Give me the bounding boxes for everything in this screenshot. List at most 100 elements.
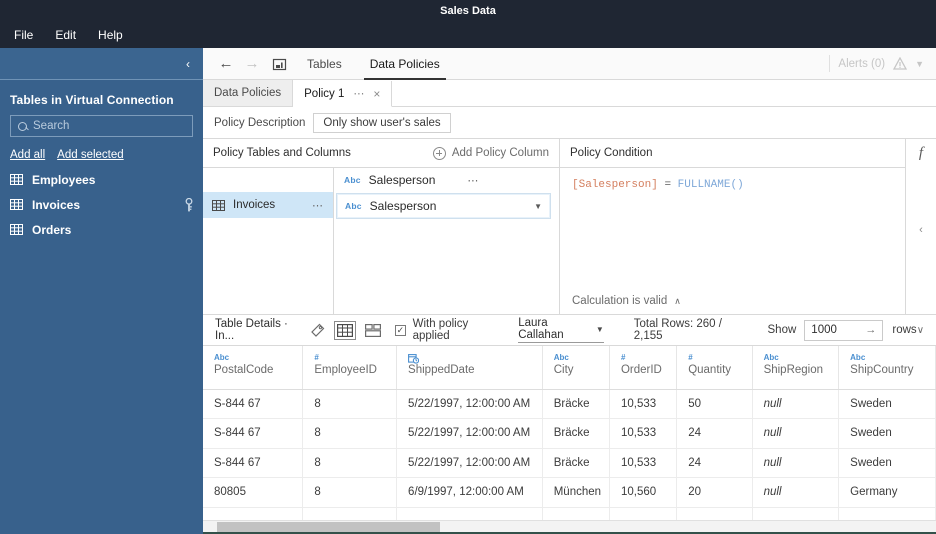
tab-label: Policy 1 [304, 87, 345, 100]
show-rows-input[interactable]: 1000 → [804, 319, 884, 341]
policy-tables-header: Policy Tables and Columns Add Policy Col… [203, 139, 559, 168]
cell-quantity: 50 [676, 389, 753, 419]
back-arrow-icon[interactable]: ← [213, 55, 239, 72]
cell-shipcountry: Sweden [838, 448, 936, 478]
card-view-icon[interactable] [359, 323, 387, 337]
menu-item-file[interactable]: File [14, 28, 33, 42]
policy-column-select[interactable]: Abc Salesperson ▼ [336, 193, 551, 219]
user-selector-value: Laura Callahan [518, 317, 564, 341]
warning-triangle-icon[interactable] [893, 57, 908, 70]
policy-panels: Policy Tables and Columns Add Policy Col… [203, 138, 936, 314]
grid-column-orderid[interactable]: # OrderID [609, 346, 678, 390]
grid-column-postalcode[interactable]: Abc PostalCode [203, 346, 304, 390]
with-policy-applied-checkbox[interactable]: ✓ With policy applied [395, 318, 501, 342]
data-grid: Abc PostalCode # EmployeeID ShippedDate … [203, 346, 936, 532]
add-selected-link[interactable]: Add selected [57, 149, 124, 161]
policy-table-row-invoices[interactable]: Invoices ⋯ [203, 192, 333, 218]
toolbar-right-group: Alerts (0) ▼ [829, 55, 936, 72]
add-policy-column-button[interactable]: Add Policy Column [432, 146, 549, 160]
add-all-link[interactable]: Add all [10, 149, 45, 161]
text-type-icon: Abc [850, 353, 866, 362]
cell-shipregion: null [752, 448, 840, 478]
collapse-chevron-down-icon[interactable]: ∨ [917, 325, 924, 336]
chevron-down-icon[interactable]: ▼ [596, 325, 604, 334]
cell-shippeddate: 5/22/1997, 12:00:00 AM [396, 389, 543, 419]
chevron-left-icon[interactable]: ‹ [919, 224, 923, 236]
cell-quantity: 24 [676, 448, 753, 478]
forward-arrow-icon[interactable]: → [239, 55, 265, 72]
scrollbar-thumb[interactable] [217, 522, 440, 532]
cell-shipcountry: Sweden [838, 389, 936, 419]
window-titlebar: Sales Data [0, 0, 936, 22]
cell-quantity: 20 [676, 477, 753, 508]
cell-shippeddate: 5/22/1997, 12:00:00 AM [396, 418, 543, 449]
grid-column-shipcountry[interactable]: Abc ShipCountry [838, 346, 936, 390]
condition-token-field: [Salesperson] [572, 179, 658, 191]
chevron-up-icon[interactable]: ∧ [674, 296, 681, 307]
cell-postalcode: S-844 67 [203, 448, 304, 478]
close-icon[interactable]: × [373, 87, 380, 101]
grid-column-label: Quantity [688, 364, 732, 376]
home-icon[interactable] [265, 57, 293, 71]
sidebar-table-orders[interactable]: Orders [0, 217, 203, 242]
chevron-down-icon[interactable]: ▼ [534, 202, 542, 211]
cell-postalcode: 80805 [203, 477, 304, 508]
horizontal-scrollbar[interactable] [203, 520, 936, 532]
table-details-bar: Table Details · In... ✓ With policy appl… [203, 314, 936, 346]
search-input[interactable]: Search [10, 115, 193, 137]
sidebar-table-invoices[interactable]: Invoices [0, 192, 203, 217]
cell-quantity: 24 [676, 418, 753, 449]
table-row[interactable]: S-844 67 8 5/22/1997, 12:00:00 AM Bräcke… [203, 418, 936, 449]
policy-condition-editor[interactable]: [Salesperson] = FULLNAME() [560, 168, 905, 288]
tab-overflow-icon[interactable]: ⋯ [353, 87, 365, 100]
menu-item-help[interactable]: Help [98, 28, 123, 42]
cell-shippeddate: 5/22/1997, 12:00:00 AM [396, 448, 543, 478]
policy-tables-body: Invoices ⋯ Abc Salesperson ⋯ Abc Salespe… [203, 168, 559, 314]
sidebar-table-employees[interactable]: Employees [0, 167, 203, 192]
function-fx-icon[interactable]: f [919, 145, 923, 162]
grid-column-label: PostalCode [214, 364, 274, 376]
cell-city: Bräcke [542, 448, 610, 478]
cell-shipcountry: Sweden [838, 418, 936, 449]
grid-column-quantity[interactable]: # Quantity [676, 346, 753, 390]
grid-column-shipregion[interactable]: Abc ShipRegion [752, 346, 840, 390]
cell-employeeid: 8 [302, 448, 398, 478]
table-row[interactable]: S-844 67 8 5/22/1997, 12:00:00 AM Bräcke… [203, 448, 936, 478]
user-selector[interactable]: Laura Callahan ▼ [518, 317, 604, 343]
grid-column-employeeid[interactable]: # EmployeeID [302, 346, 398, 390]
rows-label: rows [892, 324, 917, 336]
tab-data-policies[interactable]: Data Policies [203, 80, 294, 106]
alerts-label[interactable]: Alerts (0) [838, 58, 885, 70]
table-row[interactable]: S-844 67 8 5/22/1997, 12:00:00 AM Bräcke… [203, 389, 936, 419]
menu-item-edit[interactable]: Edit [55, 28, 76, 42]
toolbar-tab-tables[interactable]: Tables [293, 48, 356, 80]
cell-city: Bräcke [542, 389, 610, 419]
alerts-chevron-down-icon[interactable]: ▼ [915, 59, 924, 69]
grid-view-icon[interactable] [331, 320, 359, 340]
policy-table-overflow-icon[interactable]: ⋯ [312, 199, 324, 212]
policy-column-overflow-icon[interactable]: ⋯ [467, 174, 479, 187]
policy-table-label: Invoices [233, 199, 276, 211]
grid-column-shippeddate[interactable]: ShippedDate [396, 346, 543, 390]
toolbar-tab-data-policies[interactable]: Data Policies [356, 48, 454, 80]
cell-city: Bräcke [542, 418, 610, 449]
tab-policy-1[interactable]: Policy 1 ⋯ × [293, 81, 393, 107]
sidebar-table-label: Employees [32, 172, 96, 187]
show-label: Show [767, 324, 797, 336]
policy-condition-panel: Policy Condition [Salesperson] = FULLNAM… [560, 139, 936, 314]
cell-shipregion: null [752, 477, 840, 508]
grid-column-city[interactable]: Abc City [542, 346, 610, 390]
sidebar-title: Tables in Virtual Connection [10, 93, 174, 107]
policy-description-input[interactable]: Only show user's sales [313, 112, 451, 133]
calculation-status[interactable]: Calculation is valid ∧ [560, 288, 905, 314]
arrow-right-icon[interactable]: → [865, 324, 876, 336]
window-title: Sales Data [440, 5, 496, 17]
grid-header-row: Abc PostalCode # EmployeeID ShippedDate … [203, 346, 936, 390]
cell-postalcode: S-844 67 [203, 389, 304, 419]
sidebar-table-label: Orders [32, 222, 72, 237]
sidebar-collapse-icon[interactable]: ‹ [186, 58, 190, 70]
cell-orderid: 10,560 [609, 477, 678, 508]
table-row[interactable]: 80805 8 6/9/1997, 12:00:00 AM München 10… [203, 477, 936, 508]
tag-icon[interactable] [304, 323, 332, 337]
date-type-icon [408, 353, 542, 364]
